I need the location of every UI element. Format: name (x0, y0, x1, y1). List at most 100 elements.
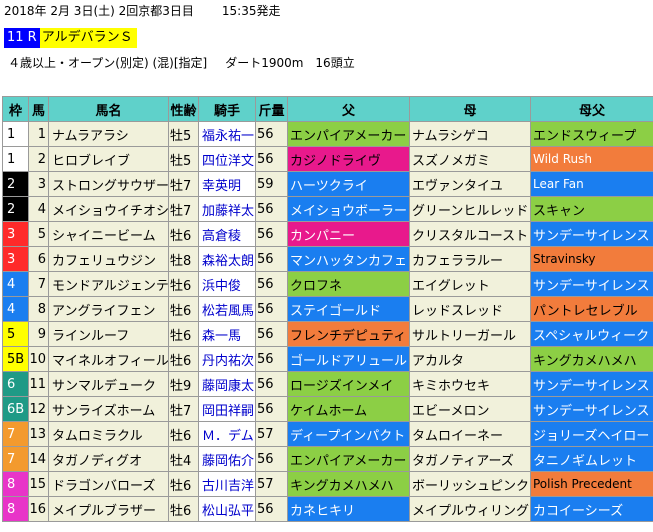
carried-weight: 56 (255, 446, 288, 472)
sex-age: 牡6 (168, 496, 199, 522)
jockey-link[interactable]: 松若風馬 (198, 296, 256, 322)
sex-age: 牡6 (168, 271, 199, 297)
dam-cell: ナムラシゲコ (409, 121, 531, 147)
damsire-cell: サンデーサイレンス (530, 271, 653, 297)
dam-cell: タムロイーネー (409, 421, 531, 447)
jockey-link[interactable]: 幸英明 (198, 171, 256, 197)
table-row: 7 14 タガノディグオ 牡4 藤岡佑介 56 エンパイアメーカー タガノティアーズ タニノギム… (2, 446, 653, 472)
waku-cell: 2 (2, 196, 29, 222)
runner-count: 16頭立 (315, 56, 355, 70)
dam-cell: ボーリッシュピンク (409, 471, 531, 497)
damsire-cell: Stravinsky (530, 246, 653, 272)
jockey-link[interactable]: 浜中俊 (198, 271, 256, 297)
sire-cell: カジノドライヴ (287, 146, 410, 172)
waku-cell: 2 (2, 171, 29, 197)
table-row: 5 9 ラインルーフ 牡6 森一馬 56 フレンチデピュティ サルトリーガール スペシャルウィー… (2, 321, 653, 347)
dam-cell: グリーンヒルレッド (409, 196, 531, 222)
dam-cell: エヴァンタイユ (409, 171, 531, 197)
carried-weight: 56 (255, 371, 288, 397)
dam-cell: メイプルウィリング (409, 496, 531, 522)
sex-age: 牡6 (168, 346, 199, 372)
horse-number: 1 (28, 121, 49, 147)
sire-cell: エンパイアメーカー (287, 446, 410, 472)
sex-age: 牡6 (168, 421, 199, 447)
damsire-cell: キングカメハメハ (530, 346, 653, 372)
header-horse-name: 馬名 (48, 96, 169, 122)
dam-cell: クリスタルコースト (409, 221, 531, 247)
jockey-link[interactable]: Ｍ．デム (198, 421, 256, 447)
sex-age: 牡9 (168, 371, 199, 397)
dam-cell: アカルタ (409, 346, 531, 372)
horse-name: アングライフェン (48, 296, 169, 322)
jockey-link[interactable]: 古川吉洋 (198, 471, 256, 497)
damsire-cell: スキャン (530, 196, 653, 222)
horse-number: 11 (28, 371, 49, 397)
jockey-link[interactable]: 丹内祐次 (198, 346, 256, 372)
sex-age: 牡6 (168, 321, 199, 347)
race-class: ４歳以上・オープン(別定) (混)[指定] (8, 56, 208, 70)
horse-number: 10 (28, 346, 49, 372)
jockey-link[interactable]: 福永祐一 (198, 121, 256, 147)
sire-cell: ディープインパクト (287, 421, 410, 447)
table-row: 4 8 アングライフェン 牡6 松若風馬 56 ステイゴールド レッドスレッド パントレセレブル (2, 296, 653, 322)
race-name: アルデバランＳ (39, 28, 137, 48)
sire-cell: キングカメハメハ (287, 471, 410, 497)
horse-number: 6 (28, 246, 49, 272)
jockey-link[interactable]: 森一馬 (198, 321, 256, 347)
horse-number: 12 (28, 396, 49, 422)
horse-name: ドラゴンバローズ (48, 471, 169, 497)
horse-name: タムロミラクル (48, 421, 169, 447)
horse-name: ラインルーフ (48, 321, 169, 347)
horse-number: 13 (28, 421, 49, 447)
jockey-link[interactable]: 高倉稜 (198, 221, 256, 247)
sire-cell: メイショウボーラー (287, 196, 410, 222)
waku-cell: 4 (2, 296, 29, 322)
dam-cell: レッドスレッド (409, 296, 531, 322)
table-row: 3 6 カフェリュウジン 牡8 森裕太朗 56 マンハッタンカフェ カフェララルー Stravi… (2, 246, 653, 272)
sex-age: 牡7 (168, 171, 199, 197)
table-row: 8 15 ドラゴンバローズ 牡6 古川吉洋 57 キングカメハメハ ボーリッシュピンク Poli… (2, 471, 653, 497)
horse-name: シャイニービーム (48, 221, 169, 247)
carried-weight: 56 (255, 121, 288, 147)
horse-name: カフェリュウジン (48, 246, 169, 272)
jockey-link[interactable]: 藤岡佑介 (198, 446, 256, 472)
table-row: 1 2 ヒロブレイブ 牡5 四位洋文 56 カジノドライヴ スズノメガミ Wild Rush (2, 146, 653, 172)
carried-weight: 56 (255, 146, 288, 172)
sire-cell: カネヒキリ (287, 496, 410, 522)
table-row: 6B 12 サンライズホーム 牡7 岡田祥嗣 56 ケイムホーム エビーメロン サンデーサイレン… (2, 396, 653, 422)
jockey-link[interactable]: 四位洋文 (198, 146, 256, 172)
damsire-cell: Polish Precedent (530, 471, 653, 497)
sire-cell: ロージズインメイ (287, 371, 410, 397)
horse-name: モンドアルジェンテ (48, 271, 169, 297)
horse-name: メイプルブラザー (48, 496, 169, 522)
sex-age: 牡7 (168, 396, 199, 422)
header-sire: 父 (287, 96, 410, 122)
carried-weight: 56 (255, 296, 288, 322)
jockey-link[interactable]: 岡田祥嗣 (198, 396, 256, 422)
jockey-link[interactable]: 加藤祥太 (198, 196, 256, 222)
dam-cell: エビーメロン (409, 396, 531, 422)
header-jockey: 騎手 (198, 96, 256, 122)
sex-age: 牡5 (168, 146, 199, 172)
waku-cell: 7 (2, 446, 29, 472)
jockey-link[interactable]: 藤岡康太 (198, 371, 256, 397)
sire-cell: フレンチデピュティ (287, 321, 410, 347)
horse-number: 4 (28, 196, 49, 222)
damsire-cell: サンデーサイレンス (530, 371, 653, 397)
table-row: 1 1 ナムラアラシ 牡5 福永祐一 56 エンパイアメーカー ナムラシゲコ エンドスウィープ (2, 121, 653, 147)
jockey-link[interactable]: 松山弘平 (198, 496, 256, 522)
dam-cell: スズノメガミ (409, 146, 531, 172)
jockey-link[interactable]: 森裕太朗 (198, 246, 256, 272)
table-row: 6 11 サンマルデューク 牡9 藤岡康太 56 ロージズインメイ キミホウセキ サンデーサイレ… (2, 371, 653, 397)
carried-weight: 56 (255, 221, 288, 247)
sire-cell: ステイゴールド (287, 296, 410, 322)
damsire-cell: Wild Rush (530, 146, 653, 172)
sex-age: 牡5 (168, 121, 199, 147)
waku-cell: 6 (2, 371, 29, 397)
table-row: 3 5 シャイニービーム 牡6 高倉稜 56 カンパニー クリスタルコースト サンデーサイレンス (2, 221, 653, 247)
waku-cell: 1 (2, 146, 29, 172)
damsire-cell: パントレセレブル (530, 296, 653, 322)
horse-number: 15 (28, 471, 49, 497)
dam-cell: エイグレット (409, 271, 531, 297)
sire-cell: ケイムホーム (287, 396, 410, 422)
